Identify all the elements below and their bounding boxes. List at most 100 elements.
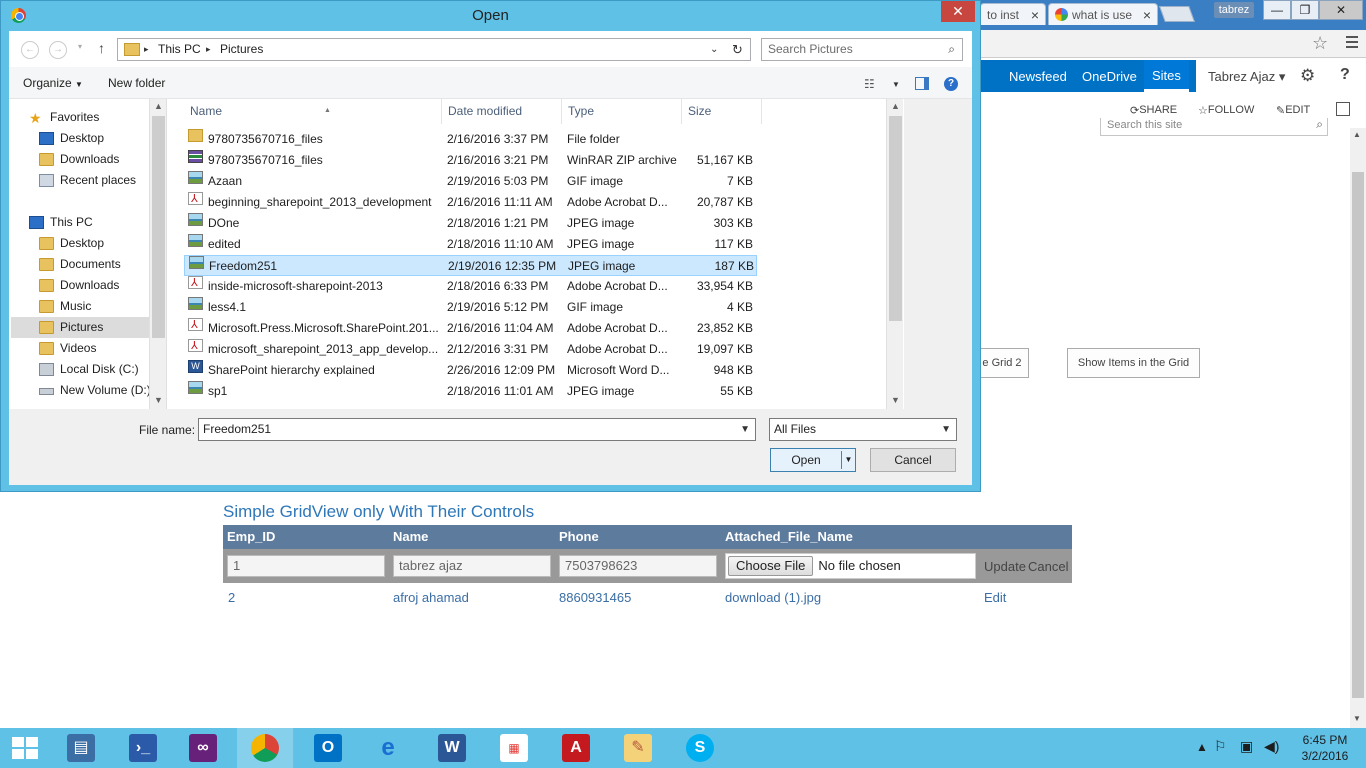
help-icon[interactable]: ? xyxy=(1340,66,1350,84)
file-name-input[interactable]: Freedom251 ▼ xyxy=(198,418,756,441)
taskbar-skype[interactable]: S xyxy=(672,728,728,768)
page-scrollbar[interactable]: ▲ ▼ xyxy=(1350,128,1366,728)
scroll-thumb[interactable] xyxy=(152,116,165,338)
taskbar-store[interactable]: ▦ xyxy=(486,728,542,768)
nav-favorites[interactable]: ★ Favorites xyxy=(9,107,149,128)
scroll-down-icon[interactable]: ▼ xyxy=(891,395,900,405)
bookmark-star-icon[interactable]: ☆ xyxy=(1312,33,1328,54)
chevron-down-icon[interactable]: ▼ xyxy=(941,419,951,440)
scroll-up-icon[interactable]: ▲ xyxy=(1353,130,1361,139)
start-button[interactable] xyxy=(0,728,56,768)
scroll-down-icon[interactable]: ▼ xyxy=(1353,714,1361,723)
cancel-button[interactable]: Cancel xyxy=(870,448,956,472)
nav-pc-downloads[interactable]: Downloads xyxy=(9,275,149,296)
taskbar-paint[interactable]: ✎ xyxy=(610,728,666,768)
share-button[interactable]: ⟳ SHARE xyxy=(1130,104,1177,117)
up-arrow-icon[interactable]: ↑ xyxy=(98,40,105,56)
scroll-up-icon[interactable]: ▲ xyxy=(154,101,163,111)
taskbar-outlook[interactable]: O xyxy=(300,728,356,768)
nav-pc-new-volume[interactable]: New Volume (D:) xyxy=(9,380,151,401)
browser-close-button[interactable]: ✕ xyxy=(1319,0,1363,20)
taskbar-visual-studio[interactable]: ∞ xyxy=(175,728,231,768)
address-history-chevron-icon[interactable]: ⌄ xyxy=(710,39,718,60)
nav-fav-desktop[interactable]: Desktop xyxy=(9,128,149,149)
file-row[interactable]: DOne 2/18/2016 1:21 PM JPEG image 303 KB xyxy=(184,213,757,234)
change-view-icon[interactable]: ☷ xyxy=(864,77,875,91)
file-list-scrollbar[interactable]: ▲ ▼ xyxy=(886,99,903,409)
breadcrumb-this-pc[interactable]: This PC xyxy=(158,39,201,60)
taskbar-powershell[interactable]: ›_ xyxy=(115,728,171,768)
tab-close-icon[interactable]: × xyxy=(1031,4,1039,25)
file-row[interactable]: inside-microsoft-sharepoint-2013 2/18/201… xyxy=(184,276,757,297)
nav-this-pc[interactable]: This PC xyxy=(9,212,149,233)
address-breadcrumb[interactable]: ▸ This PC ▸ Pictures ⌄ ↻ xyxy=(117,38,751,61)
recent-locations-icon[interactable]: ▾ xyxy=(78,42,82,51)
file-row[interactable]: edited 2/18/2016 11:10 AM JPEG image 117 KB xyxy=(184,234,757,255)
file-row[interactable]: Freedom251 2/19/2016 12:35 PM JPEG image 18… xyxy=(184,255,757,276)
forward-arrow-icon[interactable]: → xyxy=(49,41,67,59)
focus-content-icon[interactable] xyxy=(1336,102,1350,116)
nav-pc-desktop[interactable]: Desktop xyxy=(9,233,149,254)
column-header-type[interactable]: Type xyxy=(562,99,682,124)
tab-close-icon[interactable]: × xyxy=(1143,4,1151,25)
help-icon[interactable]: ? xyxy=(944,77,958,91)
nav-pc-pictures[interactable]: Pictures xyxy=(11,317,149,338)
restore-button[interactable]: ❐ xyxy=(1291,0,1319,20)
scroll-up-icon[interactable]: ▲ xyxy=(891,101,900,111)
chevron-down-icon[interactable]: ▼ xyxy=(740,419,750,440)
nav-onedrive[interactable]: OneDrive xyxy=(1082,69,1137,84)
tray-expand-icon[interactable]: ▲ xyxy=(1196,740,1208,754)
scroll-thumb[interactable] xyxy=(1352,172,1364,698)
column-header-size[interactable]: Size xyxy=(682,99,762,124)
open-button[interactable]: Open ▼ xyxy=(770,448,856,472)
chrome-menu-icon[interactable] xyxy=(1346,36,1358,51)
open-options-chevron-icon[interactable]: ▼ xyxy=(841,451,855,469)
search-input[interactable]: Search Pictures ⌕ xyxy=(761,38,963,61)
column-header-name[interactable]: Name ▲ xyxy=(184,99,442,124)
update-link[interactable]: Update xyxy=(984,559,1026,574)
back-arrow-icon[interactable]: ← xyxy=(21,41,39,59)
choose-file-button[interactable]: Choose File xyxy=(728,556,814,576)
file-row[interactable]: 9780735670716_files 2/16/2016 3:37 PM File… xyxy=(184,129,757,150)
phone-input[interactable]: 7503798623 xyxy=(559,555,717,577)
file-row[interactable]: sp1 2/18/2016 11:01 AM JPEG image 55 KB xyxy=(184,381,757,402)
name-input[interactable]: tabrez ajaz xyxy=(393,555,551,577)
taskbar-acrobat[interactable]: A xyxy=(548,728,604,768)
taskbar-server-manager[interactable]: ▤ xyxy=(53,728,109,768)
nav-pc-videos[interactable]: Videos xyxy=(9,338,149,359)
gear-icon[interactable]: ⚙ xyxy=(1300,66,1315,86)
nav-sites[interactable]: Sites xyxy=(1144,60,1189,92)
dialog-close-button[interactable]: ✕ xyxy=(941,1,975,22)
action-center-flag-icon[interactable]: ⚐ xyxy=(1214,738,1227,755)
cancel-link[interactable]: Cancel xyxy=(1028,559,1068,574)
file-type-select[interactable]: All Files ▼ xyxy=(769,418,957,441)
follow-button[interactable]: ☆ FOLLOW xyxy=(1198,104,1254,117)
file-row[interactable]: W SharePoint hierarchy explained 2/26/2016… xyxy=(184,360,757,381)
emp-id-input[interactable]: 1 xyxy=(227,555,385,577)
scroll-down-icon[interactable]: ▼ xyxy=(154,395,163,405)
search-icon[interactable]: ⌕ xyxy=(1316,117,1323,131)
view-options-chevron-icon[interactable]: ▼ xyxy=(892,80,900,89)
column-header-date[interactable]: Date modified xyxy=(442,99,562,124)
file-row[interactable]: Azaan 2/19/2016 5:03 PM GIF image 7 KB xyxy=(184,171,757,192)
preview-pane-icon[interactable] xyxy=(915,77,929,90)
address-bar[interactable] xyxy=(980,30,1366,58)
nav-pc-local-disk[interactable]: Local Disk (C:) xyxy=(9,359,149,380)
grid2-button[interactable]: e Grid 2 xyxy=(975,348,1029,378)
nav-pc-documents[interactable]: Documents xyxy=(9,254,149,275)
browser-tab-2[interactable]: what is use × xyxy=(1048,3,1158,25)
file-row[interactable]: beginning_sharepoint_2013_development 2/1… xyxy=(184,192,757,213)
file-row[interactable]: less4.1 2/19/2016 5:12 PM GIF image 4 KB xyxy=(184,297,757,318)
minimize-button[interactable]: — xyxy=(1263,0,1291,20)
edit-button[interactable]: ✎ EDIT xyxy=(1276,104,1310,117)
profile-chip[interactable]: tabrez xyxy=(1214,2,1254,18)
nav-newsfeed[interactable]: Newsfeed xyxy=(1009,69,1067,84)
taskbar-word[interactable]: W xyxy=(424,728,480,768)
browser-tab-1[interactable]: to inst × xyxy=(980,3,1046,25)
search-icon[interactable]: ⌕ xyxy=(948,39,955,60)
show-items-button[interactable]: Show Items in the Grid xyxy=(1067,348,1200,378)
file-row[interactable]: Microsoft.Press.Microsoft.SharePoint.201… xyxy=(184,318,757,339)
breadcrumb-pictures[interactable]: Pictures xyxy=(220,39,263,60)
taskbar-clock[interactable]: 6:45 PM 3/2/2016 xyxy=(1290,732,1360,764)
volume-icon[interactable]: ◀) xyxy=(1264,738,1279,755)
